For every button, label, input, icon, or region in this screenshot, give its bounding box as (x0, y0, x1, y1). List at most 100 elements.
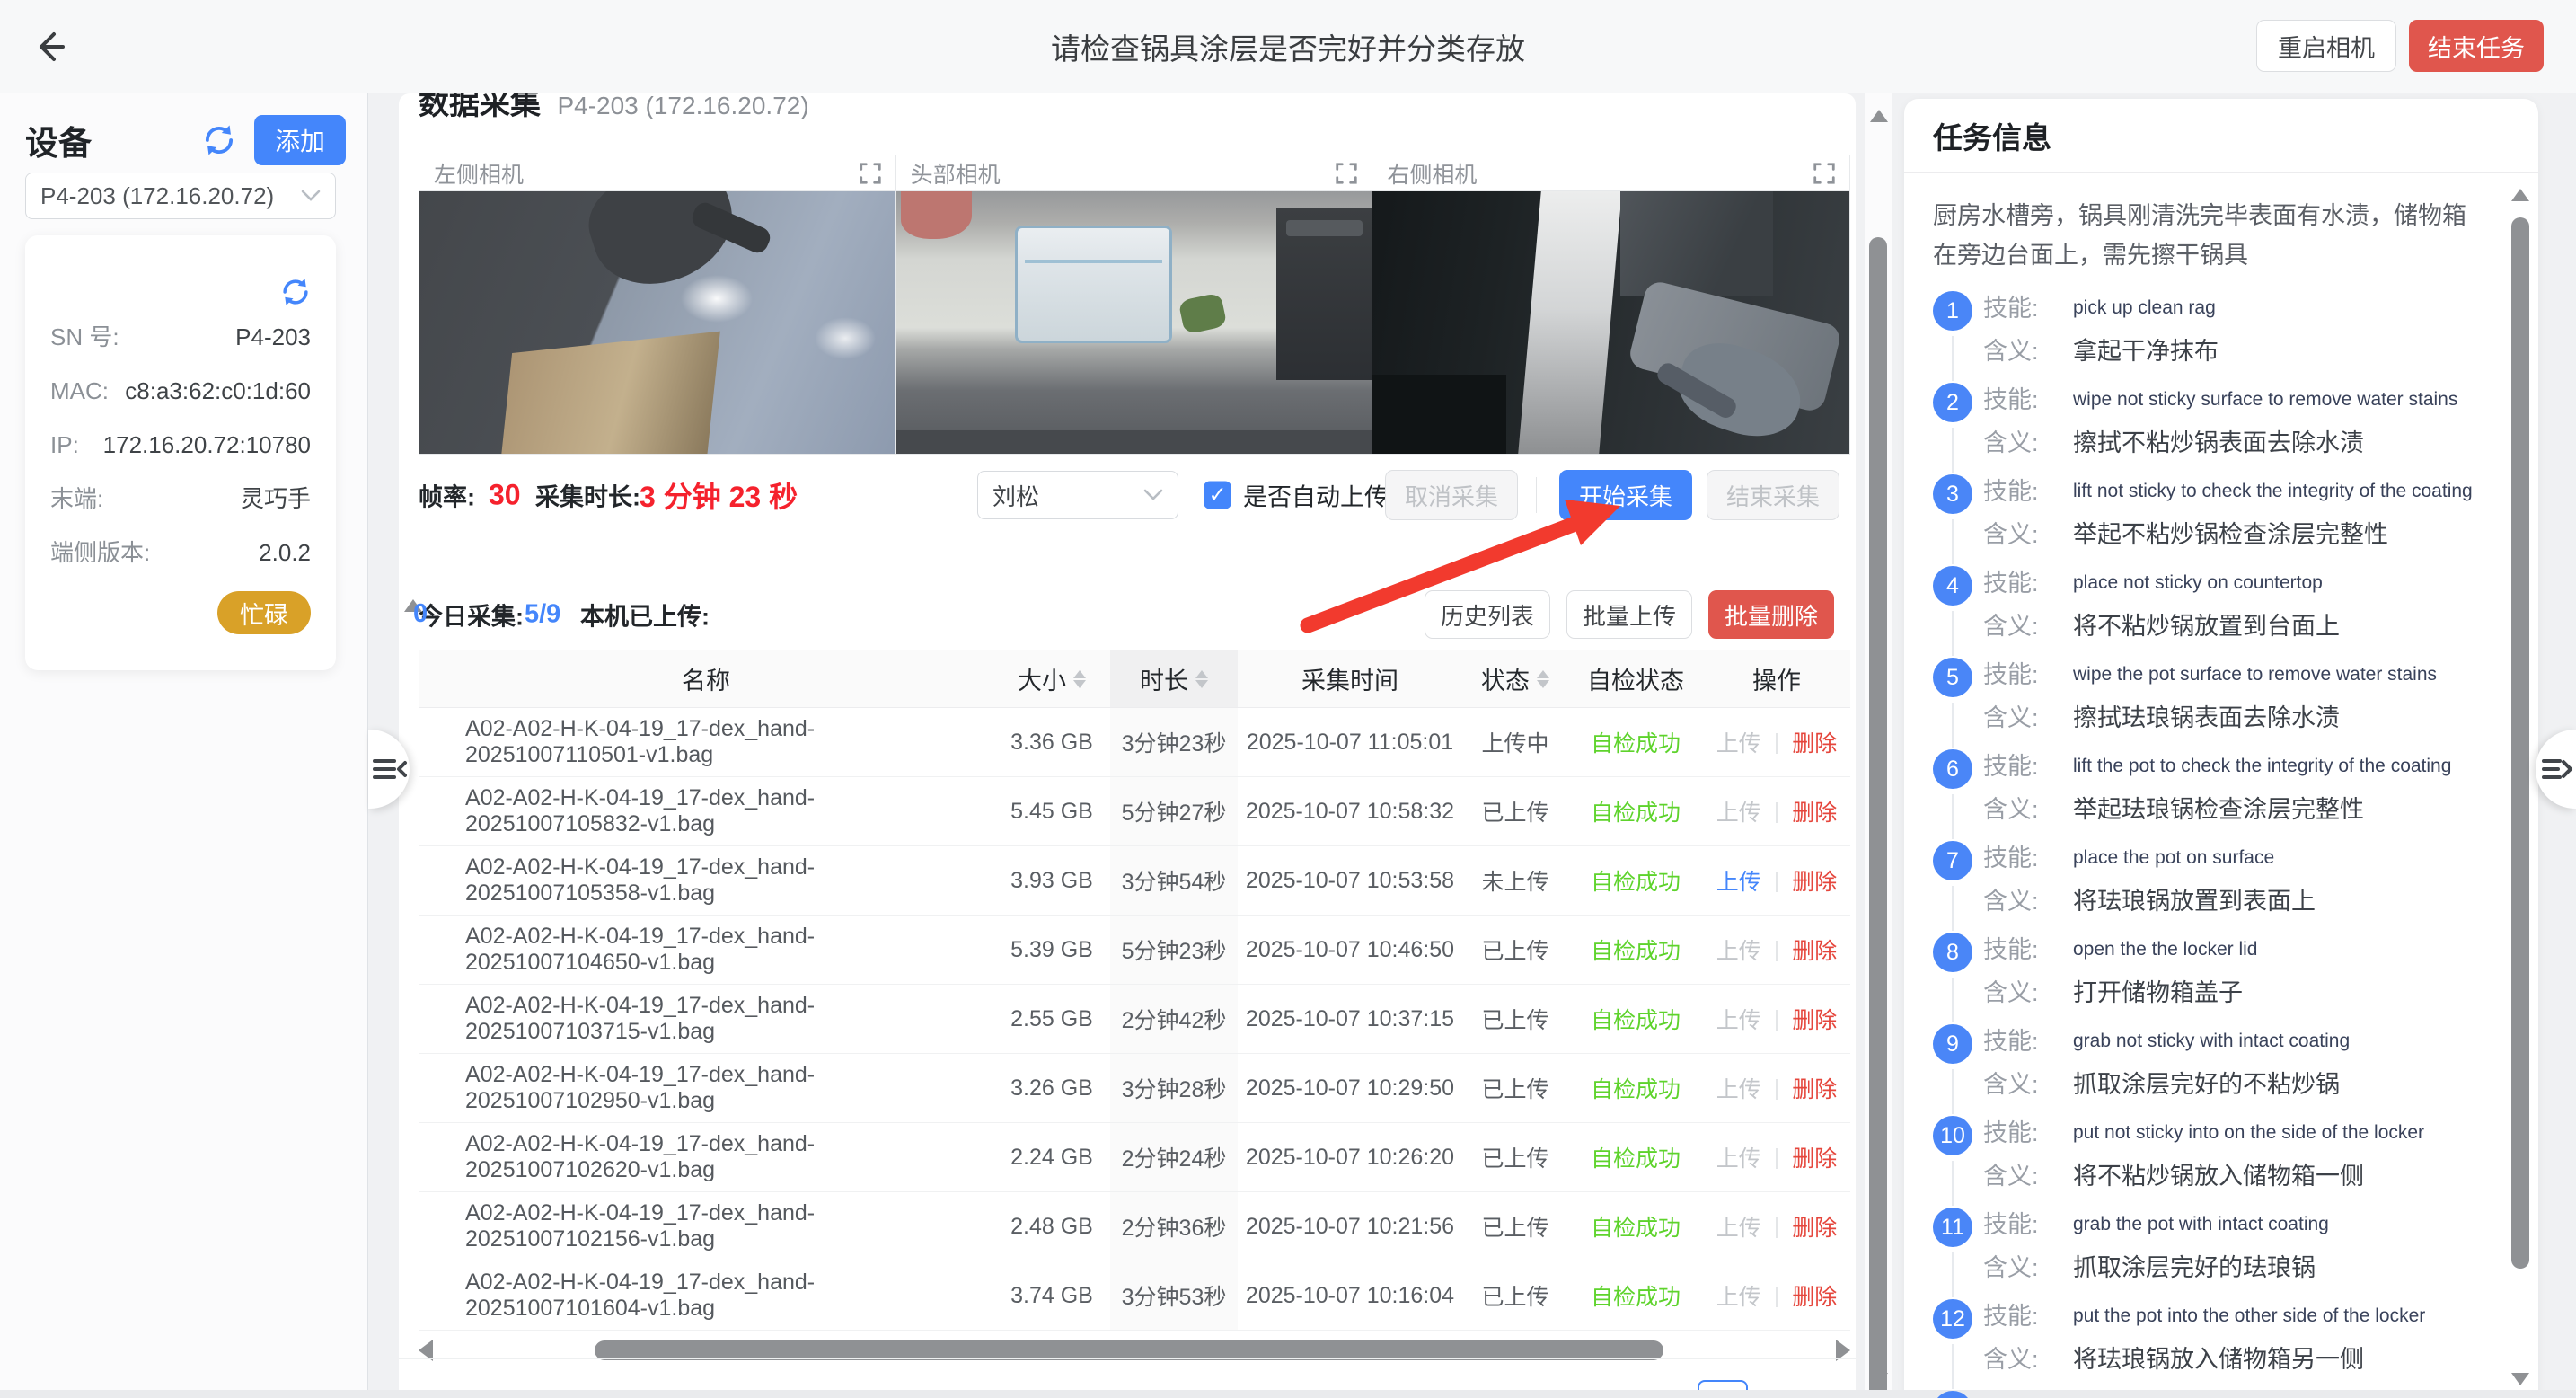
auto-upload-checkbox[interactable]: ✓ (1204, 482, 1231, 509)
skill-text: place not sticky on countertop (2073, 566, 2481, 606)
cancel-collection-button: 取消采集 (1385, 470, 1518, 520)
meaning-text: 将珐琅锅放置到表面上 (2073, 884, 2481, 918)
task-scroll-up-icon[interactable] (2511, 189, 2529, 201)
right-camera-feed (1372, 191, 1849, 454)
scroll-down-icon[interactable] (1870, 1373, 1888, 1385)
upload-link: 上传 (1716, 1072, 1761, 1104)
sort-desc-icon[interactable] (1537, 680, 1549, 688)
refresh-device-info-icon[interactable] (278, 275, 313, 309)
file-name-cell: A02-A02-H-K-04-19_17-dex_hand-2025100710… (419, 916, 993, 984)
ops-divider: | (1774, 1283, 1780, 1309)
column-header-1: 名称 (419, 650, 993, 707)
delete-link[interactable]: 删除 (1792, 1072, 1837, 1104)
head-camera-header: 头部相机 (896, 155, 1372, 191)
add-device-button[interactable]: 添加 (254, 115, 346, 165)
skill-label: 技能: (1983, 1208, 2062, 1247)
sort-carets-icon[interactable] (1195, 670, 1208, 688)
head-camera-panel: 头部相机 (896, 155, 1373, 454)
upload-status-cell: 已上传 (1462, 1261, 1568, 1330)
skill-label: 技能: (1983, 474, 2062, 514)
horizontal-scroll-thumb[interactable] (595, 1340, 1663, 1360)
skill-text: place the pot on surface (2073, 841, 2481, 880)
skill-item: 7技能:place the pot on surface含义:将珐琅锅放置到表面… (1933, 841, 2481, 918)
skill-item: 5技能:wipe the pot surface to remove water… (1933, 658, 2481, 735)
skill-label: 技能: (1983, 749, 2062, 789)
delete-link[interactable]: 删除 (1792, 1141, 1837, 1173)
skill-text: wipe not sticky surface to remove water … (2073, 383, 2481, 422)
ops-divider: | (1774, 937, 1780, 963)
batch-delete-button[interactable]: 批量删除 (1708, 590, 1834, 639)
restart-camera-button[interactable]: 重启相机 (2256, 20, 2396, 72)
sort-carets-icon[interactable] (1073, 670, 1086, 688)
scroll-up-icon[interactable] (1870, 110, 1888, 122)
task-scrollbar (2510, 173, 2531, 1398)
end-task-button[interactable]: 结束任务 (2409, 20, 2544, 72)
device-select[interactable]: P4-203 (172.16.20.72) (25, 173, 336, 219)
history-list-button[interactable]: 历史列表 (1425, 590, 1550, 639)
collect-time-cell: 2025-10-07 10:29:50 (1238, 1054, 1462, 1122)
self-check-cell: 自检成功 (1568, 1054, 1703, 1122)
upload-link: 上传 (1716, 1003, 1761, 1035)
file-name-cell: A02-A02-H-K-04-19_17-dex_hand-2025100710… (419, 1192, 993, 1261)
meaning-label: 含义: (1983, 1251, 2062, 1285)
upload-status-cell: 已上传 (1462, 1054, 1568, 1122)
file-size-cell: 3.26 GB (993, 1054, 1110, 1122)
column-header-3[interactable]: 时长 (1110, 650, 1238, 707)
delete-link[interactable]: 删除 (1792, 1279, 1837, 1312)
fps-value: 30 (489, 479, 521, 512)
upload-status-cell: 已上传 (1462, 1192, 1568, 1261)
top-bar: 请检查锅具涂层是否完好并分类存放 重启相机 结束任务 (0, 0, 2576, 93)
skill-number-badge: 6 (1933, 749, 1972, 789)
device-fields: SN 号:P4-203MAC:c8:a3:62:c0:1d:60IP:172.1… (50, 322, 311, 568)
operator-select[interactable]: 刘松 (977, 471, 1178, 519)
sort-desc-icon[interactable] (1073, 680, 1086, 688)
sort-asc-icon[interactable] (1073, 670, 1086, 678)
batch-upload-button[interactable]: 批量上传 (1566, 590, 1692, 639)
table-row: A02-A02-H-K-04-19_17-dex_hand-2025100711… (419, 708, 1850, 777)
self-check-cell: 自检成功 (1568, 985, 1703, 1053)
column-header-5[interactable]: 状态 (1462, 650, 1568, 707)
fullscreen-icon[interactable] (1812, 161, 1837, 186)
fullscreen-icon[interactable] (858, 161, 883, 186)
device-field-value: P4-203 (235, 322, 311, 352)
delete-link[interactable]: 删除 (1792, 1003, 1837, 1035)
delete-link[interactable]: 删除 (1792, 1210, 1837, 1243)
start-collection-button[interactable]: 开始采集 (1559, 470, 1692, 520)
fullscreen-icon[interactable] (1334, 161, 1359, 186)
skill-number-badge: 4 (1933, 566, 1972, 606)
column-header-label: 状态 (1481, 661, 1530, 696)
refresh-devices-icon[interactable] (200, 121, 238, 159)
collapse-right-panel-handle[interactable] (2536, 730, 2576, 809)
horizontal-scroll-track[interactable] (442, 1340, 1827, 1360)
sort-carets-icon[interactable] (1537, 670, 1549, 688)
upload-link[interactable]: 上传 (1716, 864, 1761, 897)
meaning-text: 举起珐琅锅检查涂层完整性 (2073, 792, 2481, 827)
device-field-value: 灵巧手 (241, 483, 311, 514)
duration-cell: 3分钟54秒 (1110, 846, 1238, 915)
sort-asc-icon[interactable] (1195, 670, 1208, 678)
file-size-cell: 5.45 GB (993, 777, 1110, 845)
vertical-scroll-thumb[interactable] (1869, 237, 1887, 1398)
column-header-7: 操作 (1703, 650, 1850, 707)
sort-desc-icon[interactable] (1195, 680, 1208, 688)
delete-link[interactable]: 删除 (1792, 864, 1837, 897)
delete-link[interactable]: 删除 (1792, 795, 1837, 827)
skill-label: 技能: (1983, 566, 2062, 606)
task-scroll-thumb[interactable] (2511, 217, 2529, 1269)
meaning-text: 举起不粘炒锅检查涂层完整性 (2073, 518, 2481, 552)
sort-asc-icon[interactable] (1537, 670, 1549, 678)
head-camera-feed (896, 191, 1372, 454)
data-collection-panel: 数据采集 P4-203 (172.16.20.72) 左侧相机头部相机右侧相机 … (399, 93, 1856, 1398)
meaning-text: 拿起干净抹布 (2073, 334, 2481, 368)
skill-number-badge: 9 (1933, 1024, 1972, 1064)
file-size-cell: 2.24 GB (993, 1123, 1110, 1191)
task-scroll-down-icon[interactable] (2511, 1373, 2529, 1385)
delete-link[interactable]: 删除 (1792, 726, 1837, 758)
column-header-2[interactable]: 大小 (993, 650, 1110, 707)
table-row: A02-A02-H-K-04-19_17-dex_hand-2025100710… (419, 777, 1850, 846)
upload-link: 上传 (1716, 726, 1761, 758)
delete-link[interactable]: 删除 (1792, 933, 1837, 966)
device-field-label: 端侧版本: (50, 537, 150, 568)
self-check-cell: 自检成功 (1568, 846, 1703, 915)
skill-item: 2技能:wipe not sticky surface to remove wa… (1933, 383, 2481, 460)
